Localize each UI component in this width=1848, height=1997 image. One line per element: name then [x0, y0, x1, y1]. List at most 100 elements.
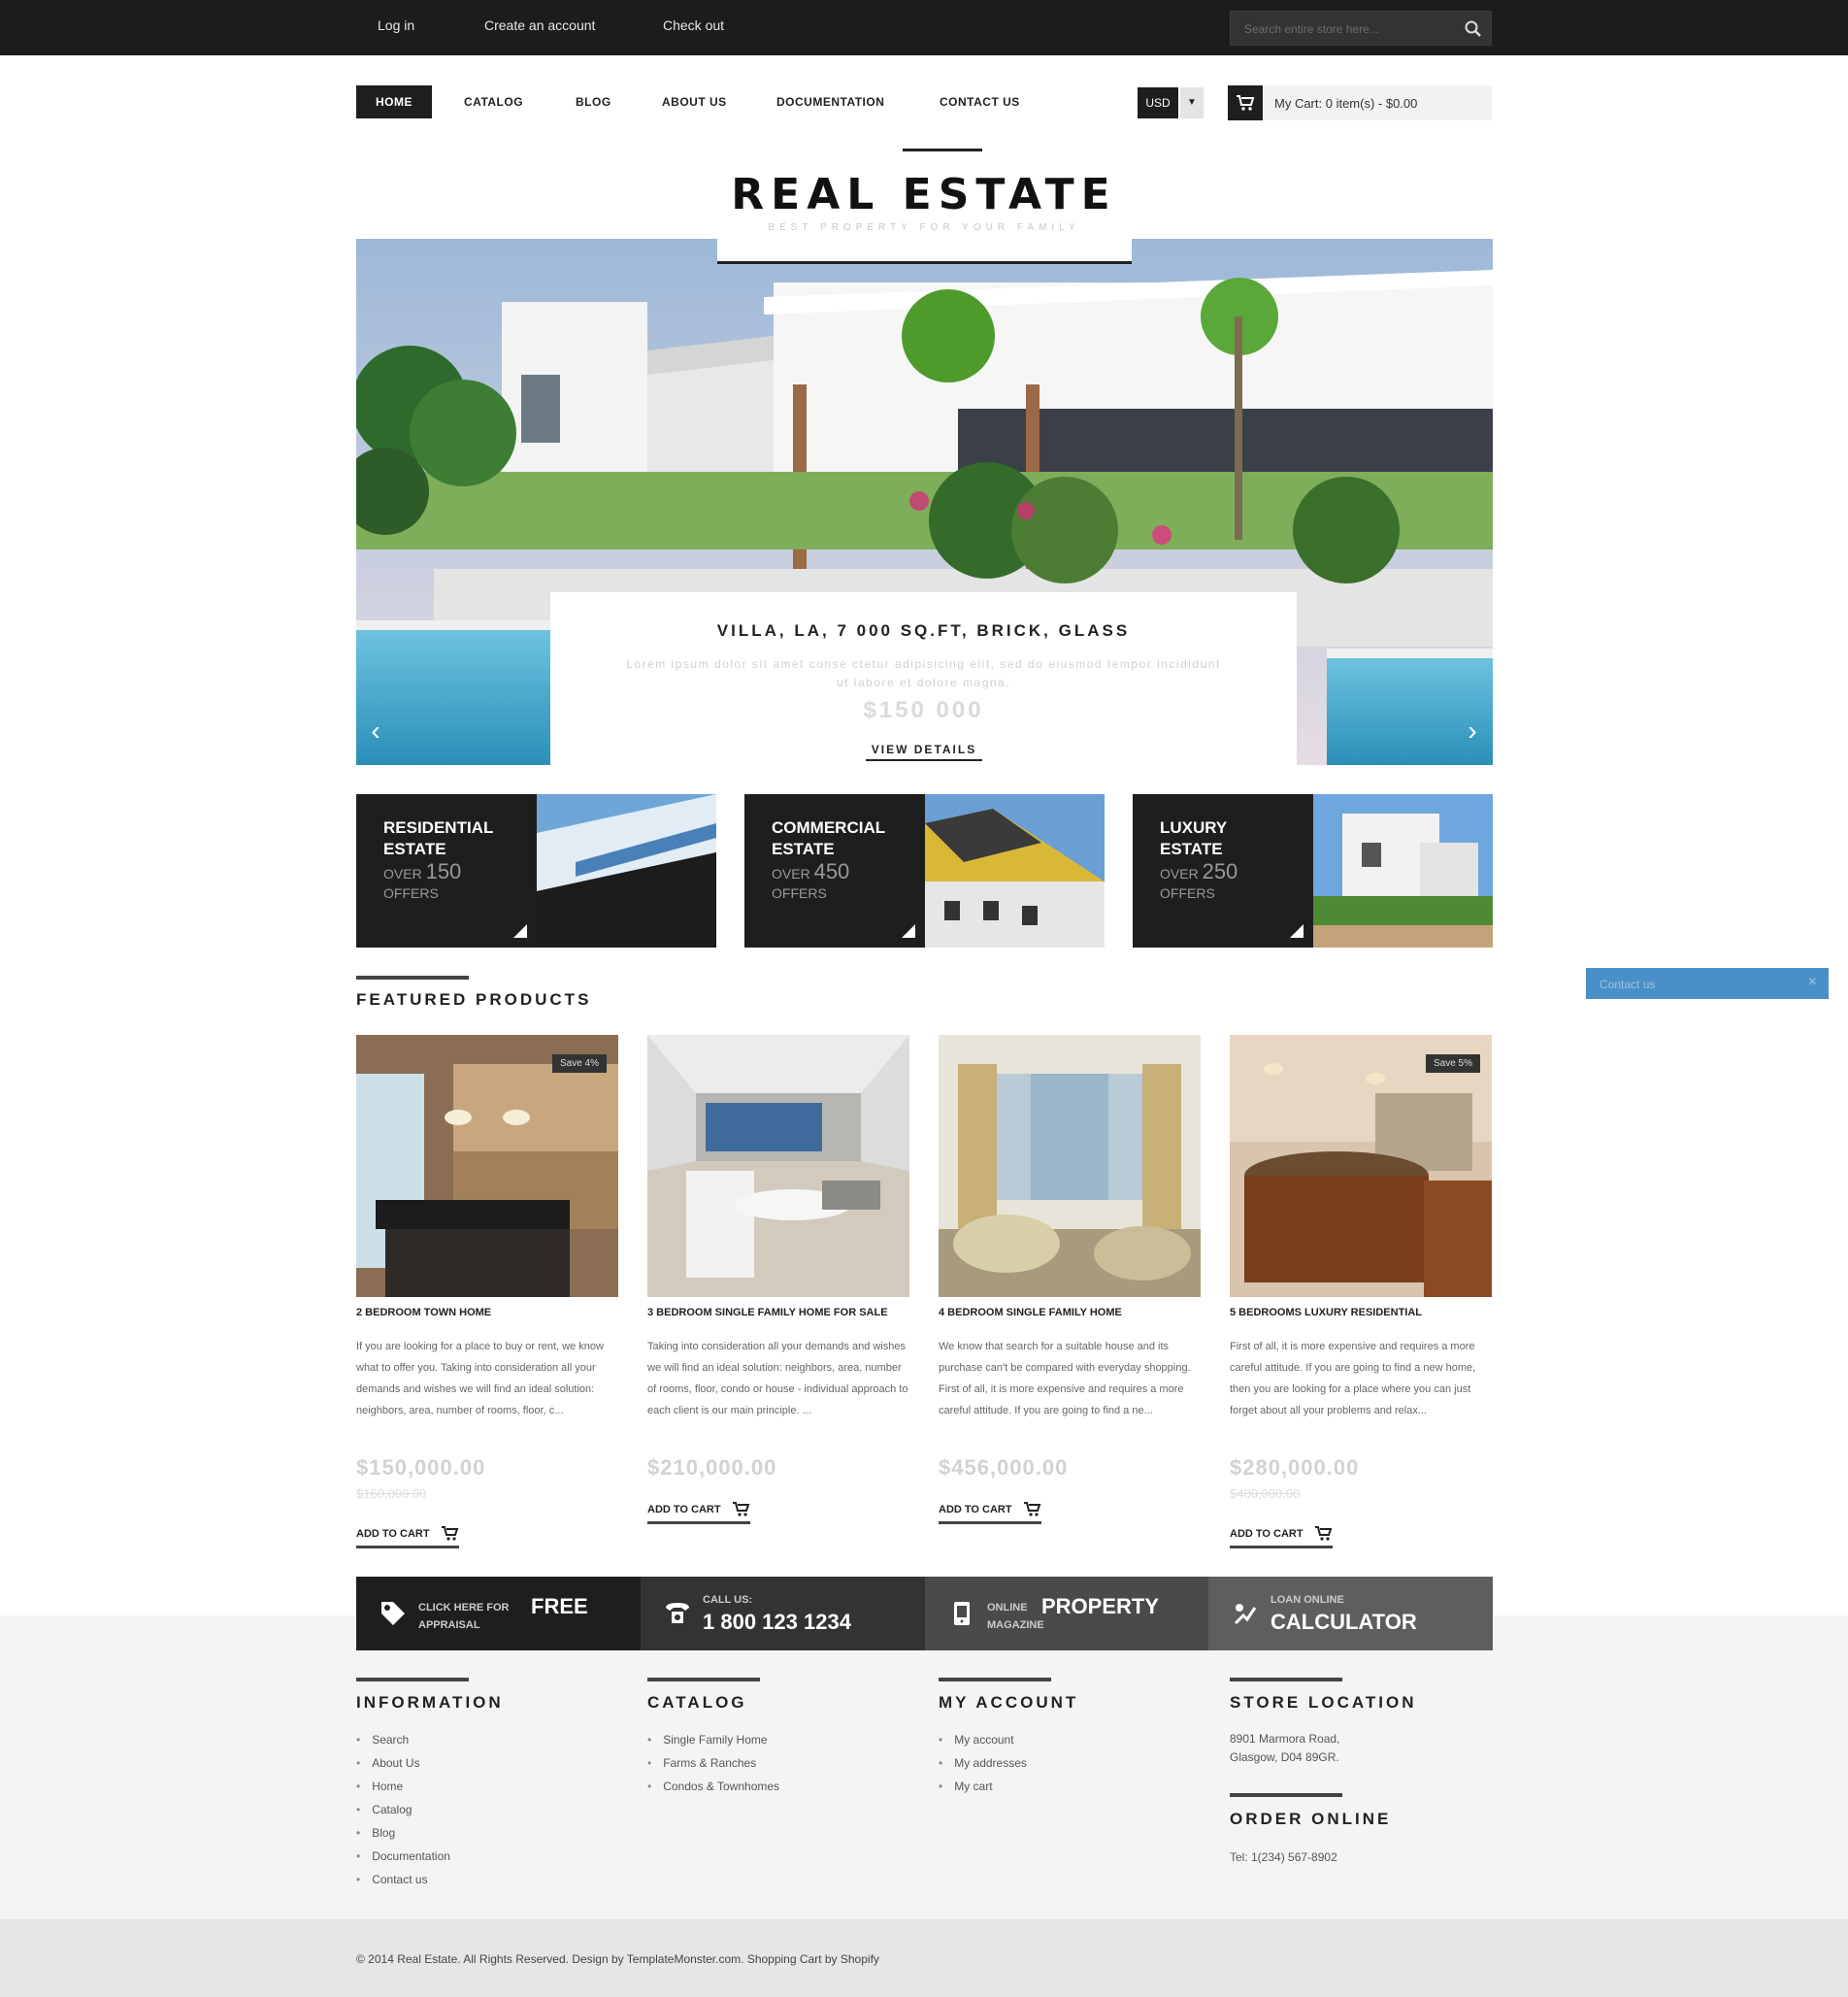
- featured-title: FEATURED PRODUCTS: [356, 990, 592, 1009]
- product-description: First of all, it is more expensive and r…: [1230, 1341, 1476, 1416]
- add-to-cart-button[interactable]: ADD TO CART: [356, 1526, 459, 1548]
- chevron-down-icon[interactable]: ▼: [1180, 87, 1204, 118]
- cart-text: My Cart: 0 item(s) - $0.00: [1274, 96, 1418, 111]
- nav-documentation[interactable]: DOCUMENTATION: [776, 85, 884, 118]
- currency-value: USD: [1138, 87, 1178, 118]
- residential-photo: [537, 794, 716, 948]
- banner-count: OVER 250: [1160, 859, 1238, 883]
- close-icon[interactable]: ×: [1808, 974, 1817, 991]
- search-input[interactable]: Search entire store here...: [1230, 11, 1492, 46]
- contact-us-label: Contact us: [1600, 978, 1656, 991]
- footer-link-blog[interactable]: Blog: [356, 1821, 450, 1845]
- search-icon[interactable]: [1464, 19, 1483, 39]
- cart-icon: [732, 1502, 749, 1516]
- footer-link-home[interactable]: Home: [356, 1775, 450, 1798]
- product-price: $150,000.00: [356, 1455, 486, 1480]
- living-room-photo: [647, 1035, 909, 1297]
- site-tagline: BEST PROPERTY FOR YOUR FAMILY: [768, 222, 1080, 233]
- strip-small-text: ONLINE: [987, 1602, 1028, 1614]
- create-account-link[interactable]: Create an account: [484, 17, 595, 33]
- banner-panel: RESIDENTIAL ESTATE OVER 150 OFFERS: [356, 794, 537, 948]
- footer-link-contact[interactable]: Contact us: [356, 1868, 450, 1891]
- product-name[interactable]: 2 BEDROOM TOWN HOME: [356, 1307, 618, 1318]
- nav-catalog[interactable]: CATALOG: [464, 85, 523, 118]
- product-name[interactable]: 4 BEDROOM SINGLE FAMILY HOME: [939, 1307, 1201, 1318]
- product-image[interactable]: Save 5%: [1230, 1035, 1492, 1297]
- add-to-cart-button[interactable]: ADD TO CART: [647, 1502, 750, 1524]
- product-image[interactable]: Save 4%: [356, 1035, 618, 1297]
- product-image[interactable]: [939, 1035, 1201, 1297]
- banner-commercial[interactable]: COMMERCIAL ESTATE OVER 450 OFFERS: [744, 794, 1105, 948]
- copyright-bar: [0, 1919, 1848, 1997]
- cart-icon: [1023, 1502, 1040, 1516]
- footer-link-my-cart[interactable]: My cart: [939, 1775, 1027, 1798]
- banner-residential[interactable]: RESIDENTIAL ESTATE OVER 150 OFFERS: [356, 794, 716, 948]
- footer-list: Search About Us Home Catalog Blog Docume…: [356, 1728, 450, 1891]
- footer-link-condos[interactable]: Condos & Townhomes: [647, 1775, 779, 1798]
- add-to-cart-button[interactable]: ADD TO CART: [939, 1502, 1041, 1524]
- slider-prev-icon[interactable]: ‹: [366, 716, 385, 746]
- add-to-cart-button[interactable]: ADD TO CART: [1230, 1526, 1333, 1548]
- loan-calculator-button[interactable]: LOAN ONLINE CALCULATOR: [1208, 1577, 1493, 1650]
- currency-select[interactable]: USD ▼: [1138, 87, 1204, 118]
- commercial-photo: [925, 794, 1105, 948]
- banner-luxury[interactable]: LUXURY ESTATE OVER 250 OFFERS: [1133, 794, 1493, 948]
- footer-rule: [647, 1678, 760, 1681]
- cart-icon: [1237, 95, 1255, 111]
- product-price: $456,000.00: [939, 1455, 1069, 1480]
- product-name[interactable]: 3 BEDROOM SINGLE FAMILY HOME FOR SALE: [647, 1307, 909, 1318]
- footer-link-farms[interactable]: Farms & Ranches: [647, 1751, 779, 1775]
- banner-title: COMMERCIAL ESTATE: [772, 818, 886, 858]
- footer-list: My account My addresses My cart: [939, 1728, 1027, 1798]
- product-image[interactable]: [647, 1035, 909, 1297]
- contact-us-tab[interactable]: Contact us ×: [1586, 968, 1829, 999]
- checkout-link[interactable]: Check out: [663, 17, 724, 33]
- footer-link-documentation[interactable]: Documentation: [356, 1845, 450, 1868]
- luxury-kitchen-photo: [1230, 1035, 1492, 1297]
- login-link[interactable]: Log in: [378, 17, 414, 33]
- footer-link-my-addresses[interactable]: My addresses: [939, 1751, 1027, 1775]
- nav-home[interactable]: HOME: [356, 85, 432, 118]
- strip-small-text: CALL US:: [703, 1594, 753, 1606]
- caption-title: VILLA, LA, 7 000 SQ.FT, BRICK, GLASS: [716, 621, 1131, 640]
- view-details-link[interactable]: VIEW DETAILS: [866, 743, 982, 761]
- footer-link-my-account[interactable]: My account: [939, 1728, 1027, 1751]
- strip-small-text: MAGAZINE: [987, 1619, 1044, 1631]
- free-appraisal-button[interactable]: CLICK HERE FOR FREE APPRAISAL: [356, 1577, 641, 1650]
- cart-icon: [441, 1526, 458, 1541]
- corner-arrow-icon: [513, 924, 527, 938]
- nav-contact-us[interactable]: CONTACT US: [940, 85, 1020, 118]
- nav-blog[interactable]: BLOG: [576, 85, 611, 118]
- site-logo[interactable]: REAL ESTATE: [0, 170, 1848, 219]
- store-address-line: Glasgow, D04 89GR.: [1230, 1750, 1339, 1764]
- footer-background: [0, 1615, 1848, 1919]
- product-name[interactable]: 5 BEDROOMS LUXURY RESIDENTIAL: [1230, 1307, 1492, 1318]
- footer-title: MY ACCOUNT: [939, 1693, 1079, 1712]
- cart-icon-box: [1228, 85, 1263, 120]
- cart-summary[interactable]: My Cart: 0 item(s) - $0.00: [1228, 85, 1492, 120]
- bedroom-photo: [939, 1035, 1201, 1297]
- copyright-text: © 2014 Real Estate. All Rights Reserved.…: [356, 1952, 879, 1966]
- call-us-box[interactable]: CALL US: 1 800 123 1234: [641, 1577, 925, 1650]
- strip-big-text: FREE: [531, 1594, 588, 1618]
- banner-title: RESIDENTIAL ESTATE: [383, 818, 494, 858]
- footer-rule: [1230, 1678, 1342, 1681]
- strip-small-text: APPRAISAL: [418, 1619, 480, 1631]
- property-magazine-button[interactable]: ONLINE PROPERTY MAGAZINE: [925, 1577, 1209, 1650]
- tag-icon: [381, 1602, 405, 1625]
- footer-link-search[interactable]: Search: [356, 1728, 450, 1751]
- footer-rule: [1230, 1793, 1342, 1797]
- order-phone: Tel: 1(234) 567-8902: [1230, 1850, 1337, 1864]
- product-price: $280,000.00: [1230, 1455, 1360, 1480]
- footer-link-single-family[interactable]: Single Family Home: [647, 1728, 779, 1751]
- slider-next-icon[interactable]: ›: [1463, 716, 1482, 746]
- footer-title: INFORMATION: [356, 1693, 504, 1712]
- search-placeholder: Search entire store here...: [1244, 22, 1379, 36]
- product-description: We know that search for a suitable house…: [939, 1341, 1191, 1416]
- strip-small-text: CLICK HERE FOR: [418, 1602, 510, 1614]
- banner-panel: LUXURY ESTATE OVER 250 OFFERS: [1133, 794, 1313, 948]
- footer-link-catalog[interactable]: Catalog: [356, 1798, 450, 1821]
- main-nav: HOME CATALOG BLOG ABOUT US DOCUMENTATION…: [356, 85, 1055, 118]
- footer-link-about[interactable]: About Us: [356, 1751, 450, 1775]
- nav-about-us[interactable]: ABOUT US: [662, 85, 727, 118]
